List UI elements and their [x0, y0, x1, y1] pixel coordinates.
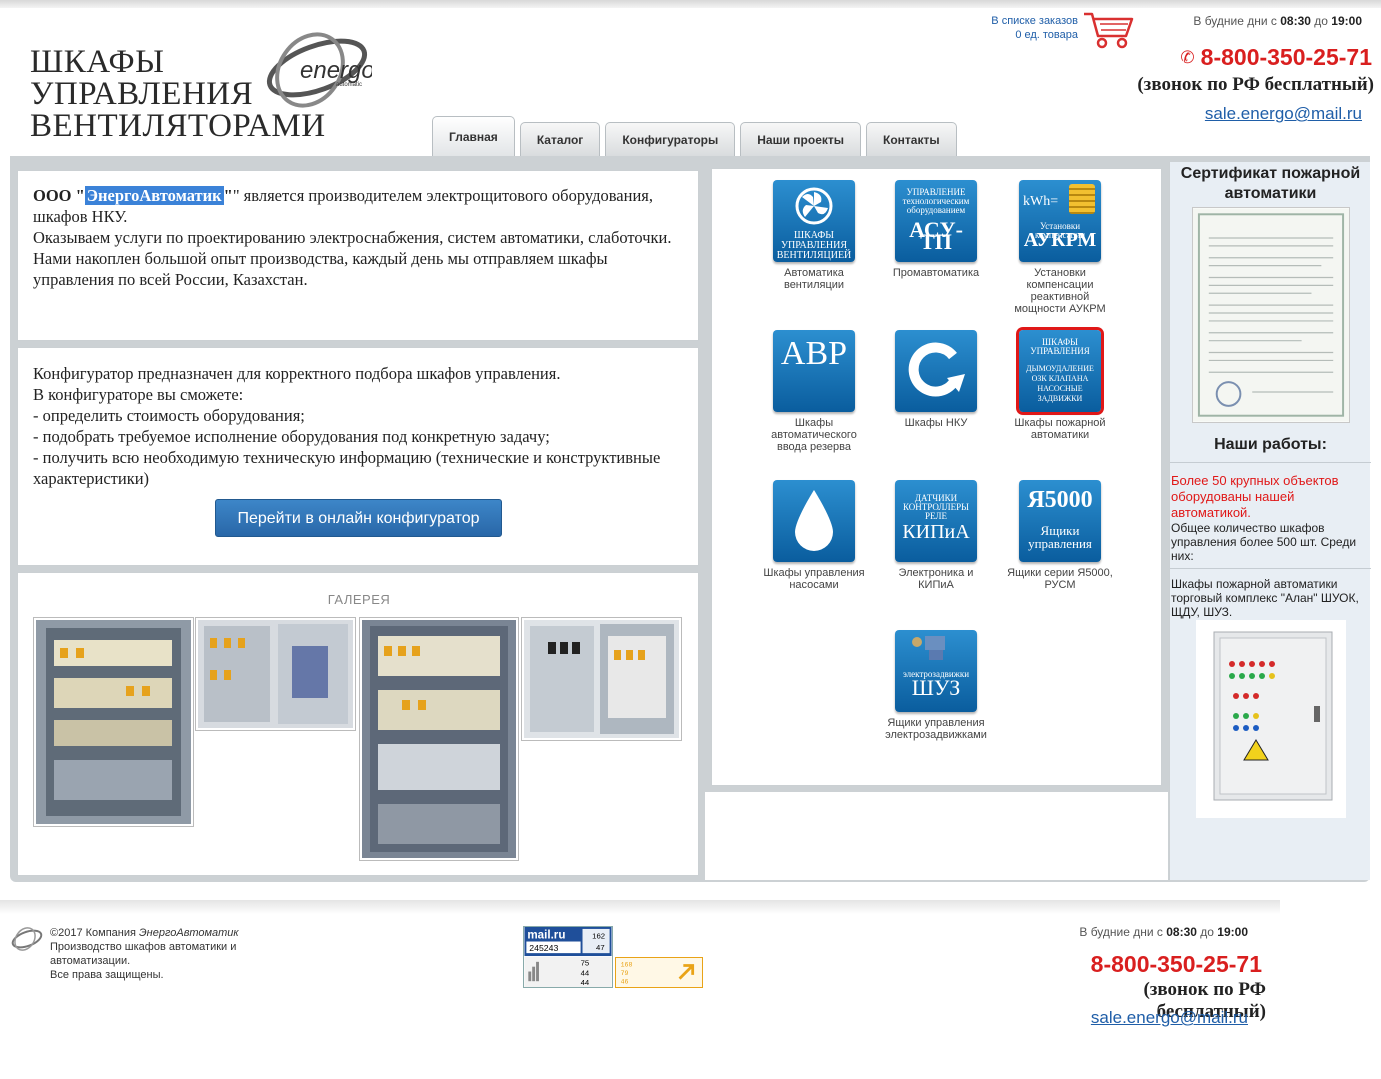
footer-logo-icon[interactable]	[10, 926, 44, 952]
avr-icon: АВР	[773, 330, 855, 412]
cart-summary[interactable]: В списке заказов 0 ед. товара	[960, 14, 1078, 42]
category-label: Ящики управления электрозадвижками	[885, 717, 987, 741]
fan-icon: ШКАФЫ УПРАВЛЕНИЯ ВЕНТИЛЯЦИЕЙ	[773, 180, 855, 262]
cart-line-1: В списке заказов	[991, 15, 1078, 27]
tab-home[interactable]: Главная	[432, 116, 515, 156]
category-aukrm[interactable]: kWh= Установки компенсации АУКРМ Установ…	[1005, 180, 1115, 315]
energo-logo-icon[interactable]: energo automatic	[262, 28, 375, 108]
category-nku[interactable]: Шкафы НКУ	[881, 330, 991, 429]
svg-text:245243: 245243	[529, 943, 558, 953]
cert-title: Сертификат пожарной автоматики	[1180, 165, 1361, 202]
top-strip	[0, 0, 1381, 8]
kwh-icon: kWh= Установки компенсации АУКРМ	[1019, 180, 1101, 262]
company-highlight: ЭнергоАвтоматик	[84, 186, 224, 205]
category-kip[interactable]: ДАТЧИКИ КОНТРОЛЛЕРЫ РЕЛЕ КИПиА Электрони…	[881, 480, 991, 591]
category-grid: ШКАФЫ УПРАВЛЕНИЯ ВЕНТИЛЯЦИЕЙ Автоматика …	[711, 168, 1162, 786]
free-call-note: (звонок по РФ бесплатный)	[1137, 74, 1374, 95]
config-line-3: - определить стоимость оборудования;	[33, 406, 305, 425]
gallery-image-2[interactable]	[195, 617, 356, 731]
svg-text:44: 44	[581, 968, 590, 977]
logo-line-3: ВЕНТИЛЯТОРАМИ	[30, 108, 326, 144]
divider	[1170, 568, 1371, 569]
svg-text:47: 47	[596, 943, 605, 952]
footer-strip	[0, 900, 1280, 914]
gallery-image-4[interactable]	[521, 617, 682, 741]
mailru-counter[interactable]: mail.ru 245243 162 47 75 44 44	[523, 926, 613, 988]
footer-hours: В будние дни с 08:30 до 19:00	[1079, 925, 1248, 939]
category-fire[interactable]: ШКАФЫ УПРАВЛЕНИЯ ДЫМОУДАЛЕНИЕ ОЗК КЛАПАН…	[1005, 330, 1115, 441]
config-line-4: - подобрать требуемое исполнение оборудо…	[33, 427, 550, 446]
works-summary: Общее количество шкафов управления более…	[1171, 521, 1357, 563]
gallery-image-3[interactable]	[359, 617, 519, 861]
tab-configurators[interactable]: Конфигураторы	[605, 122, 736, 156]
category-valves[interactable]: электрозадвижки ШУЗ Ящики управления эле…	[881, 630, 991, 741]
intro-line-3: Нами накоплен большой опыт производства,…	[33, 249, 608, 289]
empty-block	[705, 792, 1168, 880]
project-description[interactable]: Шкафы пожарной автоматики торговый компл…	[1171, 577, 1369, 619]
svg-text:79: 79	[621, 970, 629, 977]
gallery-title: ГАЛЕРЕЯ	[327, 592, 391, 607]
footer-phone[interactable]: 8-800-350-25-71	[1030, 951, 1262, 978]
category-label: Шкафы управления насосами	[763, 567, 865, 591]
category-pumps[interactable]: Шкафы управления насосами	[759, 480, 869, 591]
phone-number[interactable]: ✆ 8-800-350-25-71	[1120, 44, 1372, 71]
category-label: Установки компенсации реактивной мощност…	[1014, 267, 1106, 315]
working-hours: В будние дни с 08:30 до 19:00	[1193, 14, 1362, 28]
svg-text:168: 168	[621, 961, 633, 968]
category-ya5000[interactable]: Я5000 Ящики управления Ящики серии Я5000…	[1005, 480, 1115, 591]
coins-icon	[1069, 184, 1095, 214]
cart-line-2: 0 ед. товара	[1015, 29, 1078, 41]
svg-text:162: 162	[592, 932, 605, 941]
config-line-1: Конфигуратор предназначен для корректног…	[33, 364, 561, 383]
certificate-image[interactable]	[1192, 207, 1350, 423]
liveinternet-counter[interactable]: 168 79 46	[615, 957, 703, 988]
svg-text:44: 44	[581, 978, 590, 987]
footer-copyright: ©2017 Компания ЭнергоАвтоматик Производс…	[50, 927, 239, 981]
main-nav: Главная Каталог Конфигураторы Наши проек…	[432, 116, 957, 156]
category-label: Шкафы автоматического ввода резерва	[771, 417, 857, 453]
fire-panel-icon: ШКАФЫ УПРАВЛЕНИЯ ДЫМОУДАЛЕНИЕ ОЗК КЛАПАН…	[1019, 330, 1101, 412]
kip-icon: ДАТЧИКИ КОНТРОЛЛЕРЫ РЕЛЕ КИПиА	[895, 480, 977, 562]
works-highlight: Более 50 крупных объектов оборудованы на…	[1171, 473, 1339, 520]
valve-icon: электрозадвижки ШУЗ	[895, 630, 977, 712]
gallery-image-1[interactable]	[33, 617, 194, 827]
category-label: Шкафы пожарной автоматики	[1014, 417, 1106, 441]
tab-projects[interactable]: Наши проекты	[740, 122, 862, 156]
intro-line-2: Оказываем услуги по проектированию элект…	[33, 228, 672, 247]
category-label: Электроника и КИПиА	[898, 567, 974, 591]
svg-text:mail.ru: mail.ru	[527, 929, 565, 942]
divider	[1170, 462, 1371, 463]
nku-icon	[895, 330, 977, 412]
works-title: Наши работы:	[1214, 436, 1327, 453]
configurator-button[interactable]: Перейти в онлайн конфигуратор	[215, 499, 502, 537]
water-drop-icon	[773, 480, 855, 562]
category-label: Ящики серии Я5000, РУСМ	[1007, 567, 1113, 591]
category-ventilation[interactable]: ШКАФЫ УПРАВЛЕНИЯ ВЕНТИЛЯЦИЕЙ Автоматика …	[759, 180, 869, 291]
intro-panel: ООО " ЭнергоАвтоматик "" является производ…	[17, 170, 699, 341]
svg-text:automatic: automatic	[336, 82, 362, 88]
category-label: Промавтоматика	[892, 267, 980, 279]
footer-email-link[interactable]: sale.energo@mail.ru	[1030, 1008, 1248, 1028]
email-link[interactable]: sale.energo@mail.ru	[1140, 104, 1362, 124]
configurator-panel: Конфигуратор предназначен для корректног…	[17, 347, 699, 566]
category-label: Автоматика вентиляции	[783, 267, 845, 291]
category-asutp[interactable]: УПРАВЛЕНИЕ технологическим оборудованием…	[881, 180, 991, 279]
sidebar: Сертификат пожарной автоматики Наши рабо…	[1169, 162, 1371, 880]
asutp-icon: УПРАВЛЕНИЕ технологическим оборудованием…	[895, 180, 977, 262]
category-label: Шкафы НКУ	[904, 417, 968, 429]
svg-text:46: 46	[621, 978, 629, 985]
ya5000-icon: Я5000 Ящики управления	[1019, 480, 1101, 562]
svg-text:75: 75	[581, 959, 590, 968]
gallery-panel: ГАЛЕРЕЯ	[17, 572, 699, 876]
category-avr[interactable]: АВР Шкафы автоматического ввода резерва	[759, 330, 869, 453]
cabinet-photo[interactable]	[1196, 620, 1346, 818]
phone-icon: ✆	[1180, 48, 1195, 67]
tab-catalog[interactable]: Каталог	[519, 122, 601, 156]
config-line-5: - получить всю необходимую техническую и…	[33, 448, 661, 488]
tab-contacts[interactable]: Контакты	[866, 122, 957, 156]
svg-text:energo: energo	[300, 57, 372, 84]
config-line-2: В конфигураторе вы сможете:	[33, 385, 244, 404]
